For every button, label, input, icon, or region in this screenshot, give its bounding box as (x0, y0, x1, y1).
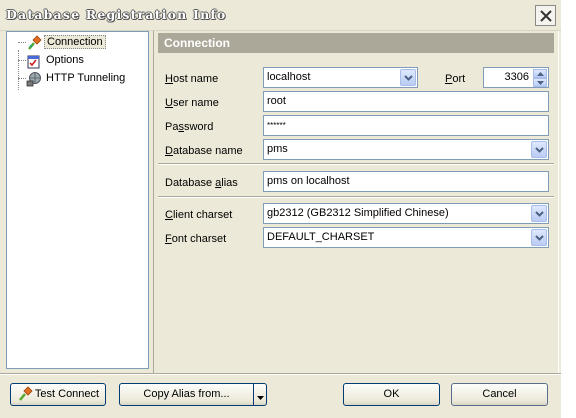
ok-button[interactable]: OK (343, 383, 440, 406)
database-name-dropdown-button[interactable] (531, 141, 547, 158)
host-name-combo[interactable]: localhost (263, 67, 418, 88)
password-input[interactable]: ****** (263, 115, 549, 136)
arrow-down-icon (537, 81, 544, 85)
port-value: 3306 (504, 71, 529, 83)
font-charset-value: DEFAULT_CHARSET (267, 231, 375, 243)
close-button[interactable] (535, 5, 556, 26)
chevron-down-icon (535, 147, 544, 153)
font-charset-label: Font charset (165, 233, 227, 245)
client-charset-value: gb2312 (GB2312 Simplified Chinese) (267, 207, 449, 219)
chevron-down-icon (535, 211, 544, 217)
test-connect-label: Test Connect (34, 388, 100, 400)
font-charset-dropdown-button[interactable] (531, 229, 547, 246)
database-alias-value: pms on localhost (267, 175, 350, 187)
tree-item-label: HTTP Tunneling (46, 72, 126, 84)
user-name-label: User name (165, 97, 219, 109)
database-alias-input[interactable]: pms on localhost (263, 171, 549, 192)
client-charset-select[interactable]: gb2312 (GB2312 Simplified Chinese) (263, 203, 549, 224)
test-connect-button[interactable]: Test Connect (10, 383, 106, 406)
user-name-input[interactable]: root (263, 91, 549, 112)
dialog-window: Database Registration Info Connection Op… (0, 0, 561, 418)
database-name-value: pms (267, 143, 288, 155)
ok-label: OK (383, 388, 400, 400)
font-charset-select[interactable]: DEFAULT_CHARSET (263, 227, 549, 248)
client-charset-dropdown-button[interactable] (531, 205, 547, 222)
title-bar[interactable]: Database Registration Info (0, 0, 561, 31)
database-name-combo[interactable]: pms (263, 139, 549, 160)
client-charset-label: Client charset (165, 209, 233, 221)
host-name-dropdown-button[interactable] (400, 69, 416, 86)
tree-item-label: Options (46, 54, 84, 66)
separator (158, 163, 554, 165)
chevron-down-icon (535, 235, 544, 241)
password-value: ****** (267, 121, 286, 130)
footer-separator (0, 373, 561, 375)
cancel-button[interactable]: Cancel (451, 383, 548, 406)
copy-alias-label: Copy Alias from... (143, 388, 230, 400)
window-title: Database Registration Info (6, 7, 227, 22)
user-name-value: root (267, 95, 286, 107)
network-globe-icon (26, 71, 42, 87)
separator (158, 196, 554, 198)
section-header: Connection (158, 33, 554, 53)
tree-item-connection[interactable]: Connection (12, 34, 144, 51)
tree-item-options[interactable]: Options (12, 52, 144, 69)
tree-item-label: Connection (44, 35, 106, 49)
plug-icon (26, 35, 42, 51)
host-name-value: localhost (267, 71, 311, 83)
plug-icon (17, 386, 33, 405)
port-label: Port (445, 73, 466, 85)
tree-item-http-tunneling[interactable]: HTTP Tunneling (12, 70, 144, 87)
cancel-label: Cancel (482, 388, 517, 400)
checklist-icon (26, 53, 42, 69)
port-increment-button[interactable] (533, 69, 547, 78)
copy-alias-button[interactable]: Copy Alias from... (119, 383, 254, 406)
database-name-label: Database name (165, 145, 243, 157)
host-name-label: Host name (165, 73, 219, 85)
copy-alias-dropdown-button[interactable] (253, 383, 267, 406)
port-decrement-button[interactable] (533, 78, 547, 87)
database-alias-label: Database alias (165, 177, 238, 189)
settings-tree: Connection Options HTTP Tunneling (6, 31, 149, 369)
chevron-down-icon (256, 396, 264, 400)
password-label: Password (165, 121, 214, 133)
close-icon (540, 10, 552, 22)
arrow-up-icon (537, 72, 544, 76)
chevron-down-icon (404, 75, 413, 81)
